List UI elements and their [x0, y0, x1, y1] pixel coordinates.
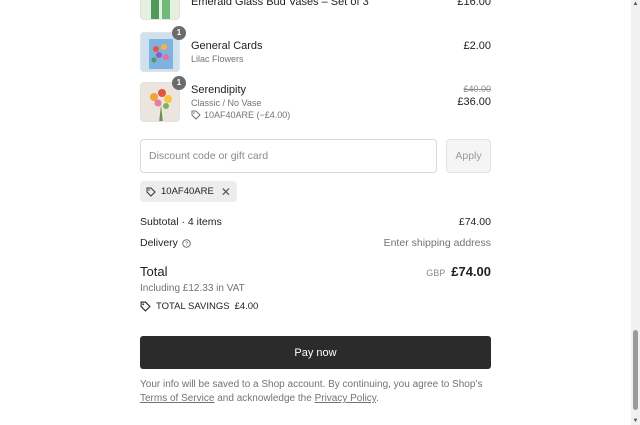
item-price: £36.00	[457, 96, 491, 108]
total-amount: GBP £74.00	[426, 264, 491, 279]
privacy-policy-link[interactable]: Privacy Policy	[315, 393, 377, 404]
scrollbar-thumb[interactable]	[633, 330, 638, 410]
item-variant: Lilac Flowers	[191, 54, 244, 64]
delivery-label: Delivery	[140, 237, 178, 249]
subtotal-value: £74.00	[458, 216, 491, 228]
savings-value: £4.00	[234, 301, 259, 312]
tag-icon	[191, 110, 201, 120]
tag-icon	[146, 187, 156, 197]
line-item: Emerald Glass Bud Vases – Set of 3 £16.0…	[140, 0, 491, 20]
applied-discount-chip: 10AF40ARE ✕	[140, 181, 237, 202]
savings-label: TOTAL SAVINGS	[156, 301, 230, 312]
pay-now-button[interactable]: Pay now	[140, 336, 491, 369]
item-price: £16.00	[457, 0, 491, 8]
page-scrollbar[interactable]: ▲ ▼	[631, 0, 640, 425]
savings-tag-icon	[140, 301, 151, 312]
terms-of-service-link[interactable]: Terms of Service	[140, 393, 214, 404]
legal-text-middle: and acknowledge the	[217, 393, 312, 404]
legal-text-end: .	[376, 393, 379, 404]
legal-notice: Your info will be saved to a Shop accoun…	[140, 378, 491, 406]
vat-note: Including £12.33 in VAT	[140, 283, 245, 294]
scroll-down-arrow-icon[interactable]: ▼	[632, 418, 639, 424]
item-variant: Classic / No Vase	[191, 98, 262, 108]
help-icon[interactable]: ?	[182, 238, 191, 248]
scroll-up-arrow-icon[interactable]: ▲	[632, 1, 639, 7]
subtotal-label: Subtotal · 4 items	[140, 216, 222, 228]
apply-button[interactable]: Apply	[446, 139, 491, 173]
item-discount-text: 10AF40ARE (−£4.00)	[204, 110, 291, 120]
item-original-price: £40.00	[463, 84, 491, 94]
item-name: General Cards	[191, 40, 263, 52]
delivery-row: Delivery ?	[140, 237, 191, 249]
quantity-badge: 1	[172, 26, 186, 40]
item-name: Emerald Glass Bud Vases – Set of 3	[191, 0, 369, 8]
currency-code: GBP	[426, 268, 446, 278]
vase-product-image	[140, 0, 180, 20]
item-name: Serendipity	[191, 84, 247, 96]
item-discount: 10AF40ARE (−£4.00)	[191, 110, 290, 120]
quantity-badge: 1	[172, 76, 186, 90]
discount-code-input[interactable]	[140, 139, 437, 173]
total-savings: TOTAL SAVINGS £4.00	[140, 301, 258, 312]
total-label: Total	[140, 264, 168, 279]
total-value: £74.00	[451, 264, 491, 279]
applied-code-text: 10AF40ARE	[161, 186, 214, 197]
line-item: 1 General Cards Lilac Flowers £2.00	[140, 26, 491, 74]
delivery-value: Enter shipping address	[383, 237, 491, 249]
line-item: 1 Serendipity Classic / No Vase 10AF40AR…	[140, 76, 491, 124]
legal-text-before: Your info will be saved to a Shop accoun…	[140, 379, 483, 390]
remove-code-icon[interactable]: ✕	[221, 185, 231, 199]
item-price: £2.00	[463, 40, 491, 52]
